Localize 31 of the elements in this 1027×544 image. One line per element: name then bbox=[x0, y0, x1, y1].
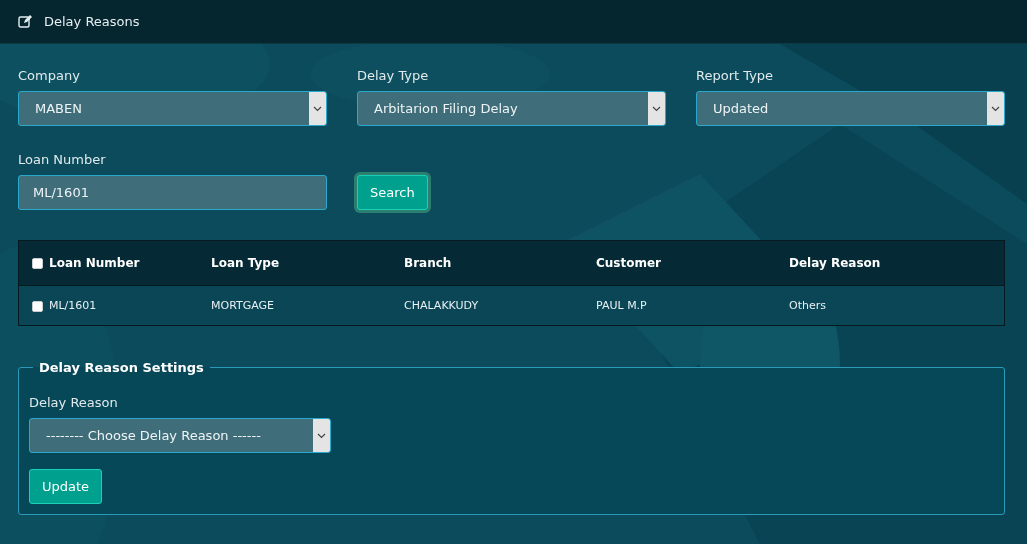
select-field[interactable]: Arbitarion Filing Delay bbox=[357, 91, 666, 126]
field-label: Loan Number bbox=[18, 152, 107, 167]
select-field[interactable]: -------- Choose Delay Reason ------ bbox=[29, 418, 331, 453]
update-button[interactable]: Update bbox=[29, 469, 103, 504]
table-cell: MORTGAGE bbox=[211, 299, 275, 312]
row-checkbox[interactable] bbox=[32, 300, 43, 312]
field-label: Delay Type bbox=[357, 68, 430, 83]
field-label: Delay Reason bbox=[29, 395, 119, 410]
select-all-checkbox[interactable] bbox=[32, 258, 43, 269]
field-label: Report Type bbox=[696, 68, 775, 83]
column-header: Delay Reason bbox=[789, 256, 881, 270]
column-header: Branch bbox=[404, 256, 452, 270]
panel-title: Delay Reason Settings bbox=[38, 360, 205, 375]
edit-icon bbox=[18, 15, 32, 28]
select-field[interactable]: Updated bbox=[696, 91, 1005, 126]
chevron-icon bbox=[991, 105, 1000, 112]
column-header: Customer bbox=[596, 256, 662, 270]
select-field[interactable]: MABEN bbox=[18, 91, 327, 126]
table-cell: PAUL M.P bbox=[596, 299, 647, 312]
chevron-icon bbox=[313, 105, 322, 112]
loan-number-field[interactable]: ML/1601 bbox=[18, 175, 327, 210]
page-title: Delay Reasons bbox=[44, 14, 140, 29]
search-button[interactable]: Search bbox=[357, 175, 428, 210]
table-cell: Others bbox=[789, 299, 826, 312]
column-header: Loan Type bbox=[211, 256, 280, 270]
chevron-icon bbox=[317, 432, 326, 439]
field-label: Company bbox=[18, 68, 81, 83]
table-cell: ML/1601 bbox=[49, 299, 97, 312]
chevron-icon bbox=[652, 105, 661, 112]
table-cell: CHALAKKUDY bbox=[404, 299, 479, 312]
column-header: Loan Number bbox=[49, 256, 140, 270]
